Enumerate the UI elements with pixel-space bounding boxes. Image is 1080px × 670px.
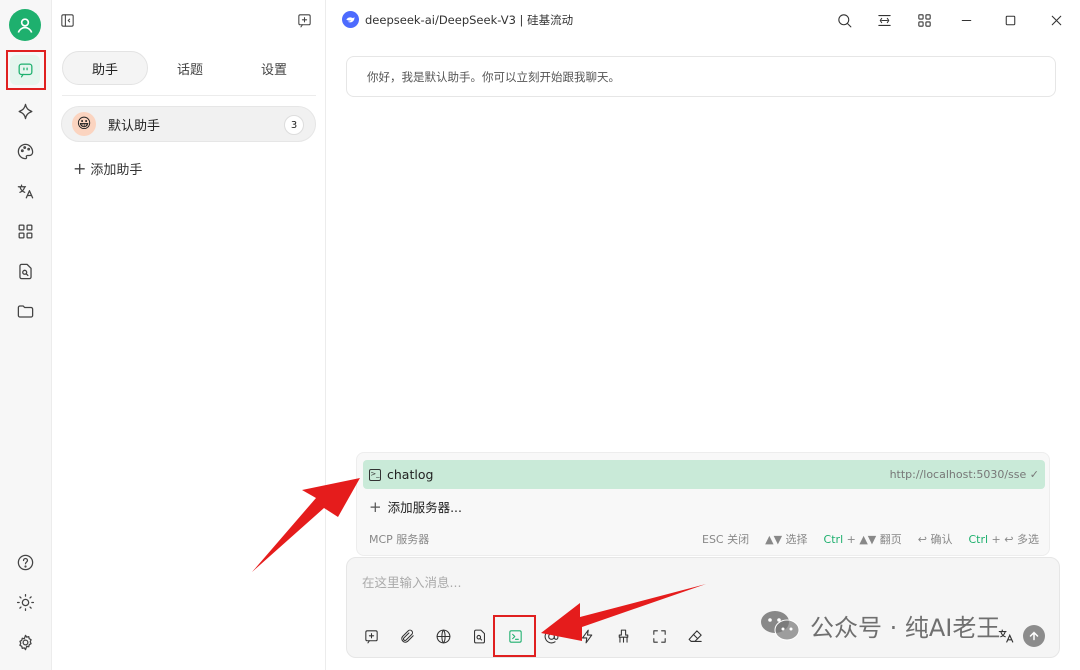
hint-key: Ctrl (823, 533, 844, 546)
mcp-server-name: chatlog (387, 467, 434, 482)
maximize-icon[interactable] (1000, 10, 1020, 30)
user-avatar-icon[interactable] (9, 9, 41, 41)
deepseek-logo-icon (342, 11, 359, 28)
close-icon[interactable] (1046, 10, 1066, 30)
hint-confirm: ↩ 确认 (918, 531, 953, 547)
tab-assistant[interactable]: 助手 (62, 51, 148, 85)
assistant-panel: 助手 话题 设置 😀 默认助手 3 + 添加助手 (52, 0, 326, 670)
palette-icon[interactable] (10, 136, 40, 166)
folder-icon[interactable] (10, 296, 40, 326)
hint-text: + ▲▼ 翻页 (843, 533, 902, 546)
hint-select: ▲▼ 选择 (765, 531, 807, 547)
hint-multiselect: Ctrl + ↩ 多选 (968, 531, 1039, 547)
mcp-server-item[interactable]: >_ chatlog http://localhost:5030/sse ✓ (363, 460, 1045, 489)
knowledge-base-icon[interactable] (467, 624, 491, 648)
assistant-item[interactable]: 😀 默认助手 3 (61, 106, 316, 142)
model-name: deepseek-ai/DeepSeek-V3 | 硅基流动 (365, 12, 574, 27)
new-topic-icon[interactable] (293, 9, 315, 31)
mcp-server-popup: >_ chatlog http://localhost:5030/sse ✓ +… (356, 452, 1050, 556)
apps-grid-icon[interactable] (10, 216, 40, 246)
message-input-placeholder: 在这里输入消息... (362, 575, 462, 590)
send-button[interactable] (1023, 625, 1045, 647)
tab-topics[interactable]: 话题 (148, 51, 232, 85)
web-search-globe-icon[interactable] (431, 624, 455, 648)
divider (62, 95, 316, 96)
assistant-name: 默认助手 (108, 118, 161, 134)
watermark-text: 公众号 · 纯AI老王 (810, 614, 1001, 642)
hint-text: ▲▼ 选择 (765, 533, 808, 546)
top-bar: deepseek-ai/DeepSeek-V3 | 硅基流动 (326, 0, 1080, 40)
add-assistant-button[interactable]: + 添加助手 (73, 159, 142, 178)
hint-text: + ↩ 多选 (988, 533, 1039, 546)
attachment-icon[interactable] (395, 624, 419, 648)
clear-brush-icon[interactable] (611, 624, 635, 648)
icon-rail (0, 0, 52, 670)
panel-tabs: 助手 话题 设置 (62, 51, 316, 85)
chat-icon[interactable] (10, 55, 40, 85)
quick-phrase-bolt-icon[interactable] (575, 624, 599, 648)
add-assistant-label: 添加助手 (90, 163, 143, 178)
search-icon[interactable] (834, 10, 854, 30)
tab-settings[interactable]: 设置 (232, 51, 316, 85)
keyboard-hints: ESC 关闭 ▲▼ 选择 Ctrl + ▲▼ 翻页 ↩ 确认 Ctrl + ↩ … (702, 531, 1039, 547)
model-selector[interactable]: deepseek-ai/DeepSeek-V3 | 硅基流动 (342, 11, 573, 28)
minimize-icon[interactable] (956, 10, 976, 30)
hint-text: ESC 关闭 (702, 533, 750, 546)
hint-text: ↩ 确认 (917, 533, 953, 546)
hint-page: Ctrl + ▲▼ 翻页 (824, 531, 902, 547)
plus-icon: + (369, 497, 382, 516)
assistant-emoji-icon: 😀 (72, 112, 96, 136)
translate-icon[interactable] (10, 176, 40, 206)
hint-key: Ctrl (968, 533, 989, 546)
new-topic-icon[interactable] (359, 624, 383, 648)
add-server-button[interactable]: + 添加服务器... (369, 497, 462, 516)
minapps-grid-icon[interactable] (914, 10, 934, 30)
settings-gear-icon[interactable] (10, 627, 40, 657)
assistant-message: 你好，我是默认助手。你可以立刻开始跟我聊天。 (346, 56, 1056, 97)
popup-title: MCP 服务器 (369, 533, 430, 546)
mcp-server-url: http://localhost:5030/sse ✓ (889, 468, 1039, 481)
wechat-logo-icon (760, 609, 800, 643)
fullscreen-icon[interactable] (647, 624, 671, 648)
plus-icon: + (73, 159, 87, 178)
collapse-sidebar-icon[interactable] (56, 9, 78, 31)
eraser-icon[interactable] (683, 624, 707, 648)
mcp-terminal-icon[interactable] (503, 624, 527, 648)
theme-sun-icon[interactable] (10, 587, 40, 617)
add-server-label: 添加服务器... (387, 500, 462, 515)
hint-close: ESC 关闭 (702, 531, 749, 547)
panel-toolbar (52, 0, 326, 40)
app-window: 助手 话题 设置 😀 默认助手 3 + 添加助手 deepseek-ai/Dee… (0, 0, 1080, 670)
file-search-icon[interactable] (10, 256, 40, 286)
sparkle-icon[interactable] (10, 96, 40, 126)
narrow-mode-icon[interactable] (874, 10, 894, 30)
topic-count-badge: 3 (284, 115, 304, 135)
chat-area: deepseek-ai/DeepSeek-V3 | 硅基流动 你好，我是默认助手… (326, 0, 1080, 670)
watermark: 公众号 · 纯AI老王 (760, 608, 1000, 643)
help-icon[interactable] (10, 547, 40, 577)
mention-at-icon[interactable] (539, 624, 563, 648)
terminal-icon: >_ (369, 468, 381, 481)
